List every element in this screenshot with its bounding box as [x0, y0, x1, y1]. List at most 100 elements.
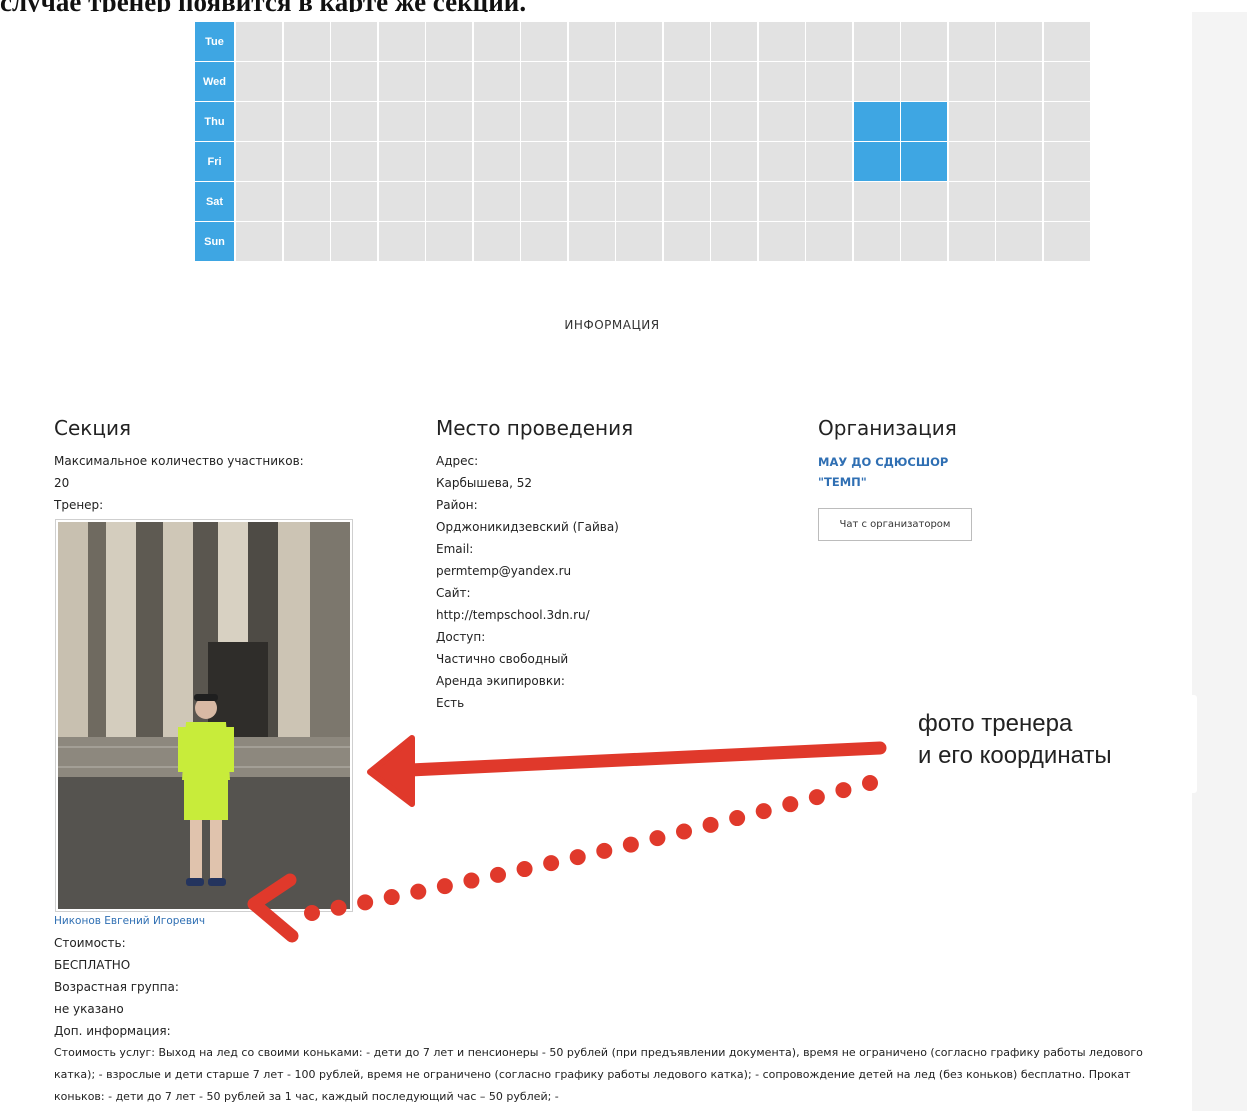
schedule-slot[interactable]: [473, 222, 520, 261]
schedule-slot[interactable]: [616, 62, 662, 101]
schedule-slot[interactable]: [663, 62, 710, 101]
schedule-slot[interactable]: [853, 62, 900, 101]
schedule-slot[interactable]: [948, 62, 995, 101]
schedule-slot[interactable]: [378, 62, 425, 101]
schedule-slot[interactable]: [378, 142, 425, 181]
schedule-slot[interactable]: [901, 102, 947, 141]
schedule-slot[interactable]: [711, 102, 757, 141]
email-value[interactable]: permtemp@yandex.ru: [436, 560, 619, 582]
schedule-slot[interactable]: [473, 182, 520, 221]
schedule-slot[interactable]: [711, 22, 757, 61]
schedule-slot[interactable]: [948, 222, 995, 261]
schedule-slot[interactable]: [853, 102, 900, 141]
schedule-slot[interactable]: [901, 22, 947, 61]
schedule-slot[interactable]: [568, 62, 615, 101]
schedule-slot[interactable]: [568, 182, 615, 221]
schedule-slot[interactable]: [711, 142, 757, 181]
schedule-slot[interactable]: [521, 62, 567, 101]
schedule-slot[interactable]: [1043, 102, 1090, 141]
schedule-slot[interactable]: [236, 62, 282, 101]
schedule-slot[interactable]: [426, 142, 472, 181]
schedule-slot[interactable]: [758, 62, 805, 101]
schedule-slot[interactable]: [1043, 62, 1090, 101]
schedule-slot[interactable]: [996, 182, 1042, 221]
schedule-slot[interactable]: [616, 142, 662, 181]
schedule-slot[interactable]: [806, 142, 852, 181]
schedule-slot[interactable]: [568, 102, 615, 141]
schedule-slot[interactable]: [473, 142, 520, 181]
schedule-slot[interactable]: [996, 222, 1042, 261]
schedule-slot[interactable]: [948, 22, 995, 61]
schedule-slot[interactable]: [331, 102, 377, 141]
schedule-slot[interactable]: [806, 182, 852, 221]
schedule-slot[interactable]: [378, 182, 425, 221]
schedule-slot[interactable]: [236, 222, 282, 261]
schedule-slot[interactable]: [1043, 22, 1090, 61]
schedule-slot[interactable]: [758, 222, 805, 261]
schedule-slot[interactable]: [426, 102, 472, 141]
schedule-slot[interactable]: [283, 102, 330, 141]
schedule-slot[interactable]: [426, 182, 472, 221]
schedule-slot[interactable]: [663, 142, 710, 181]
schedule-slot[interactable]: [521, 22, 567, 61]
chat-with-organizer-button[interactable]: Чат с организатором: [818, 508, 972, 541]
schedule-slot[interactable]: [236, 142, 282, 181]
coach-photo[interactable]: [55, 519, 353, 912]
schedule-slot[interactable]: [521, 142, 567, 181]
schedule-slot[interactable]: [901, 62, 947, 101]
schedule-slot[interactable]: [378, 22, 425, 61]
schedule-slot[interactable]: [663, 182, 710, 221]
schedule-slot[interactable]: [473, 62, 520, 101]
schedule-slot[interactable]: [758, 182, 805, 221]
schedule-slot[interactable]: [901, 182, 947, 221]
schedule-slot[interactable]: [901, 222, 947, 261]
schedule-slot[interactable]: [663, 102, 710, 141]
schedule-slot[interactable]: [521, 222, 567, 261]
schedule-slot[interactable]: [806, 222, 852, 261]
schedule-slot[interactable]: [521, 182, 567, 221]
schedule-slot[interactable]: [758, 22, 805, 61]
site-value[interactable]: http://tempschool.3dn.ru/: [436, 604, 619, 626]
schedule-slot[interactable]: [711, 182, 757, 221]
schedule-slot[interactable]: [758, 142, 805, 181]
schedule-slot[interactable]: [331, 62, 377, 101]
schedule-slot[interactable]: [996, 142, 1042, 181]
schedule-slot[interactable]: [378, 102, 425, 141]
schedule-slot[interactable]: [806, 102, 852, 141]
schedule-slot[interactable]: [283, 142, 330, 181]
schedule-slot[interactable]: [283, 22, 330, 61]
organization-name-link[interactable]: МАУ ДО СДЮСШОР "ТЕМП": [818, 452, 948, 492]
schedule-slot[interactable]: [948, 182, 995, 221]
schedule-slot[interactable]: [616, 222, 662, 261]
schedule-slot[interactable]: [473, 102, 520, 141]
schedule-slot[interactable]: [331, 22, 377, 61]
schedule-slot[interactable]: [996, 102, 1042, 141]
schedule-slot[interactable]: [1043, 142, 1090, 181]
schedule-slot[interactable]: [283, 222, 330, 261]
schedule-slot[interactable]: [473, 22, 520, 61]
schedule-slot[interactable]: [1043, 222, 1090, 261]
schedule-slot[interactable]: [616, 102, 662, 141]
schedule-slot[interactable]: [426, 62, 472, 101]
schedule-slot[interactable]: [853, 142, 900, 181]
schedule-slot[interactable]: [236, 102, 282, 141]
schedule-slot[interactable]: [331, 222, 377, 261]
schedule-slot[interactable]: [806, 62, 852, 101]
schedule-slot[interactable]: [853, 222, 900, 261]
schedule-slot[interactable]: [663, 22, 710, 61]
schedule-slot[interactable]: [616, 22, 662, 61]
schedule-slot[interactable]: [236, 22, 282, 61]
schedule-slot[interactable]: [758, 102, 805, 141]
schedule-slot[interactable]: [663, 222, 710, 261]
schedule-slot[interactable]: [568, 22, 615, 61]
schedule-slot[interactable]: [711, 222, 757, 261]
schedule-slot[interactable]: [236, 182, 282, 221]
schedule-slot[interactable]: [616, 182, 662, 221]
coach-name-link[interactable]: Никонов Евгений Игоревич: [54, 915, 205, 927]
schedule-slot[interactable]: [283, 182, 330, 221]
schedule-slot[interactable]: [283, 62, 330, 101]
schedule-slot[interactable]: [568, 142, 615, 181]
schedule-slot[interactable]: [948, 142, 995, 181]
schedule-slot[interactable]: [996, 22, 1042, 61]
schedule-slot[interactable]: [711, 62, 757, 101]
